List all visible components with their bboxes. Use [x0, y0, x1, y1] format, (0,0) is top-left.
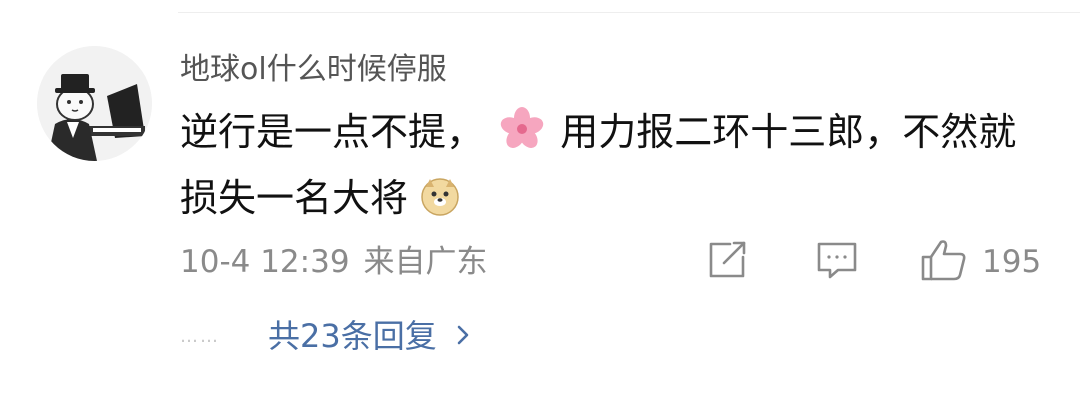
comment-icon: [814, 237, 860, 287]
comment-text-part-1: 逆行是一点不提，: [180, 110, 485, 154]
view-replies-link[interactable]: 共23条回复: [268, 314, 471, 358]
replies-row: …… 共23条回复: [180, 314, 471, 358]
like-button[interactable]: 195: [918, 238, 1041, 286]
share-icon: [704, 237, 750, 287]
chevron-right-icon: [455, 314, 471, 358]
location: 来自广东: [363, 244, 488, 280]
avatar[interactable]: [37, 46, 152, 161]
replies-dots: ……: [180, 325, 220, 347]
flower-emoji-icon: [496, 107, 548, 168]
thumbs-up-icon: [918, 237, 968, 287]
comment-text: 逆行是一点不提， 用力报二环十三郎，不然就损失一名大将: [180, 102, 1040, 234]
doge-emoji-icon: [420, 174, 460, 234]
replies-count-label: 共23条回复: [268, 317, 437, 355]
username[interactable]: 地球ol什么时候停服: [180, 50, 447, 90]
timestamp: 10-4 12:39: [180, 244, 350, 280]
top-divider: [178, 12, 1080, 13]
meta-row: 10-4 12:39 来自广东: [180, 240, 488, 284]
share-button[interactable]: [704, 238, 750, 286]
comment-button[interactable]: [814, 238, 860, 286]
like-count: 195: [982, 244, 1042, 280]
